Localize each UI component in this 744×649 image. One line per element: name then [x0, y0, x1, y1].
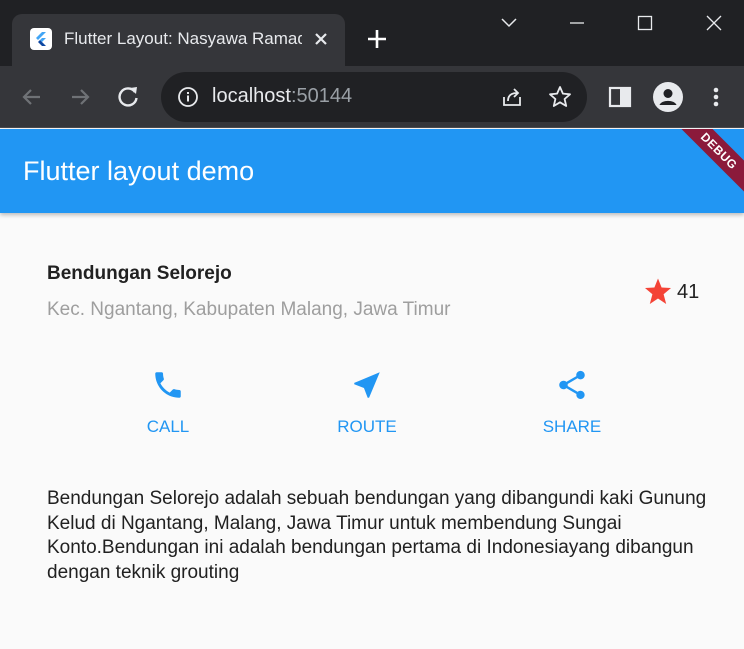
browser-toolbar: localhost:50144	[0, 66, 744, 128]
near-me-icon	[350, 368, 384, 402]
place-location: Kec. Ngantang, Kabupaten Malang, Jawa Ti…	[47, 299, 451, 320]
debug-banner: DEBUG	[661, 129, 744, 209]
star-outline-icon[interactable]	[547, 84, 573, 110]
share-button[interactable]: SHARE	[512, 368, 632, 442]
tab-title: Flutter Layout: Nasyawa Ramadhani	[64, 29, 302, 48]
route-button[interactable]: ROUTE	[307, 368, 427, 442]
side-panel-icon[interactable]	[606, 83, 634, 111]
close-icon[interactable]	[699, 10, 729, 36]
plus-icon[interactable]	[364, 26, 390, 52]
call-button[interactable]: CALL	[108, 368, 228, 442]
reload-icon[interactable]	[114, 83, 142, 111]
share-icon	[555, 368, 589, 402]
place-name: Bendungan Selorejo	[47, 263, 232, 284]
info-icon[interactable]	[177, 86, 199, 108]
url-text: localhost:50144	[212, 85, 352, 108]
close-icon[interactable]	[310, 28, 332, 50]
rating-count: 41	[677, 281, 700, 303]
browser-titlebar: Flutter Layout: Nasyawa Ramadhani	[0, 0, 744, 66]
url-host: localhost	[212, 85, 291, 107]
phone-icon	[151, 368, 185, 402]
address-bar[interactable]: localhost:50144	[161, 72, 587, 122]
browser-tab[interactable]: Flutter Layout: Nasyawa Ramadhani	[12, 14, 345, 66]
share-label: SHARE	[542, 417, 602, 436]
app-bar-title: Flutter layout demo	[23, 156, 255, 186]
url-port: :50144	[290, 85, 353, 107]
description-text: Bendungan Selorejo adalah sebuah bendung…	[47, 488, 707, 583]
more-vert-icon[interactable]	[702, 83, 730, 111]
share-icon[interactable]	[499, 84, 525, 110]
account-icon[interactable]	[653, 82, 683, 112]
star-icon[interactable]	[643, 277, 673, 307]
arrow-right-icon[interactable]	[66, 83, 94, 111]
maximize-icon[interactable]	[630, 10, 660, 36]
minimize-icon[interactable]	[562, 10, 592, 36]
arrow-left-icon[interactable]	[18, 83, 46, 111]
call-label: CALL	[146, 417, 190, 436]
route-label: ROUTE	[337, 417, 397, 436]
app-bar: Flutter layout demo DEBUG	[0, 129, 744, 213]
flutter-logo-icon	[30, 28, 52, 50]
chevron-down-icon[interactable]	[494, 10, 524, 36]
